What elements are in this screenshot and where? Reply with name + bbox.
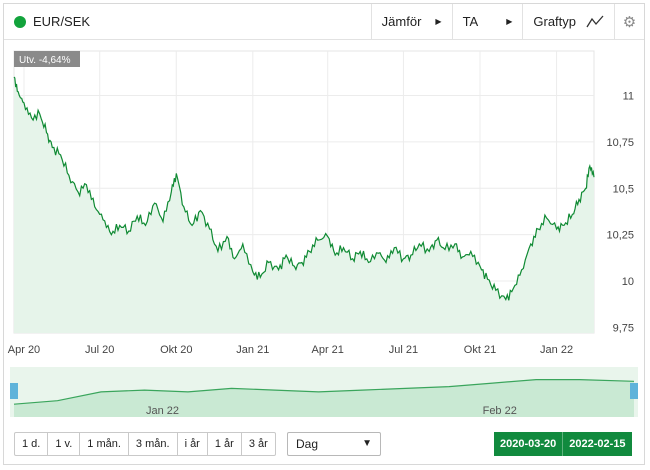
navigator-tick-label: Feb 22: [483, 405, 517, 417]
ta-button[interactable]: TA ▶: [451, 3, 523, 40]
range-button[interactable]: 3 mån.: [127, 432, 178, 456]
y-tick-label: 10: [622, 276, 634, 288]
navigator-tick-label: Jan 22: [146, 405, 179, 417]
caret-right-icon: ▶: [435, 17, 442, 26]
chart-widget: EUR/SEK Jämför ▶ TA ▶ Graftyp ⚙ 11 10,75 1…: [3, 3, 645, 465]
instrument-title: EUR/SEK: [4, 14, 371, 29]
compare-button[interactable]: Jämför ▶: [370, 3, 452, 40]
x-tick-label: Apr 21: [312, 344, 344, 356]
price-chart[interactable]: 11 10,75 10,5 10,25 10 9,75 Apr 20 Jul 20 Okt 20…: [4, 41, 644, 361]
date-to-button[interactable]: 2022-02-15: [562, 432, 632, 456]
line-chart-icon: [586, 15, 604, 27]
range-navigator[interactable]: Jan 22 Feb 22: [10, 367, 638, 417]
interval-value: Dag: [296, 437, 319, 451]
change-badge-text: Utv. -4,64%: [19, 55, 71, 66]
navigator-svg: Jan 22 Feb 22: [10, 367, 638, 417]
y-tick-label: 10,25: [606, 230, 634, 242]
navigator-handle-right[interactable]: [630, 383, 638, 399]
chart-controls: 1 d. 1 v. 1 mån. 3 mån. i år 1 år 3 år Dag ▼ 2…: [4, 430, 644, 460]
y-tick-label: 10,75: [606, 137, 634, 149]
range-button[interactable]: 1 mån.: [79, 432, 129, 456]
y-tick-label: 10,5: [613, 183, 634, 195]
instrument-name: EUR/SEK: [33, 14, 91, 29]
range-button[interactable]: 1 v.: [47, 432, 81, 456]
x-tick-label: Jan 22: [540, 344, 573, 356]
caret-right-icon: ▶: [506, 17, 513, 26]
ta-label: TA: [462, 14, 479, 29]
chevron-down-icon: ▼: [362, 438, 372, 449]
navigator-handle-left[interactable]: [10, 383, 18, 399]
range-button[interactable]: 1 d.: [14, 432, 49, 456]
x-tick-label: Okt 20: [160, 344, 192, 356]
chart-type-button[interactable]: Graftyp: [522, 3, 614, 40]
settings-button[interactable]: ⚙: [614, 3, 644, 40]
compare-label: Jämför: [381, 14, 422, 29]
status-dot-icon: [14, 15, 26, 28]
gear-icon: ⚙: [622, 13, 637, 31]
x-tick-label: Okt 21: [464, 344, 496, 356]
date-range: 2020-03-20 2022-02-15: [494, 432, 632, 456]
range-buttons: 1 d. 1 v. 1 mån. 3 mån. i år 1 år 3 år: [14, 432, 276, 456]
x-tick-label: Jan 21: [236, 344, 269, 356]
chart-header: EUR/SEK Jämför ▶ TA ▶ Graftyp ⚙: [4, 3, 644, 40]
y-tick-label: 11: [623, 91, 634, 103]
range-button[interactable]: 3 år: [240, 432, 276, 456]
date-from-button[interactable]: 2020-03-20: [494, 432, 563, 456]
x-tick-label: Jul 21: [389, 344, 418, 356]
chart-type-label: Graftyp: [533, 14, 576, 29]
range-button[interactable]: i år: [176, 432, 208, 456]
price-chart-svg: 11 10,75 10,5 10,25 10 9,75 Apr 20 Jul 20 Okt 20…: [8, 50, 634, 356]
x-tick-label: Apr 20: [8, 344, 40, 356]
interval-select[interactable]: Dag ▼: [287, 432, 381, 456]
change-badge: Utv. -4,64%: [14, 51, 80, 67]
range-button[interactable]: 1 år: [206, 432, 242, 456]
y-tick-label: 9,75: [613, 322, 634, 334]
x-tick-label: Jul 20: [85, 344, 114, 356]
